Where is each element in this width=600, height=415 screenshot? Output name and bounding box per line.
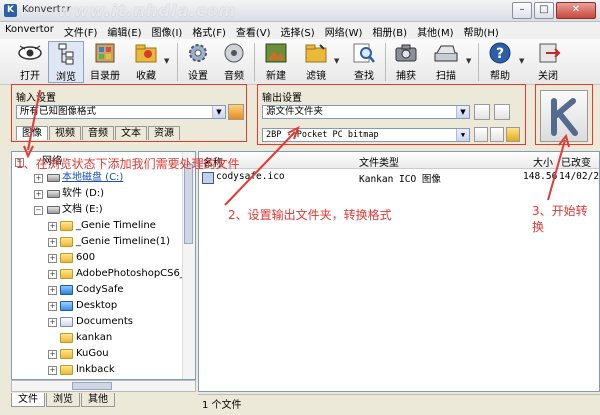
arrow-step3 xyxy=(547,139,566,201)
arrow-step1 xyxy=(27,89,41,151)
annotation-step2: 2、设置输出文件夹，转换格式 xyxy=(228,208,392,222)
app-window: K Konvertor www.it.nhdla.com – □ ✕ Konve… xyxy=(0,0,600,415)
annotation-step3-line1: 3、开始转 xyxy=(532,204,588,218)
annotation-step3-line2: 换 xyxy=(532,220,545,234)
annotation-step1: 1、在浏览状态下添加我们需要处理的文件 xyxy=(16,157,240,171)
